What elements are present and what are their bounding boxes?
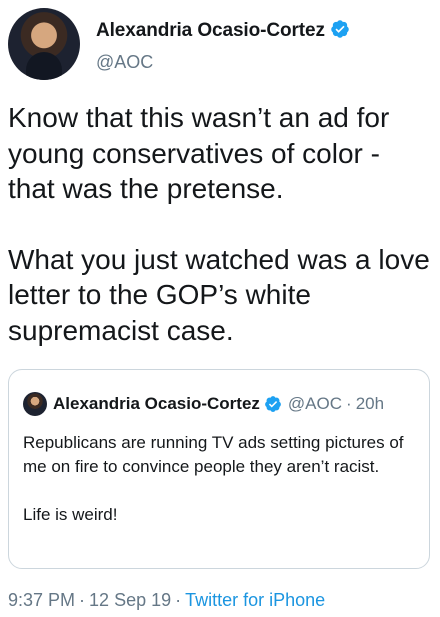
- quoted-tweet-paragraph: Republicans are running TV ads setting p…: [23, 433, 404, 476]
- tweet-date[interactable]: 12 Sep 19: [89, 590, 171, 610]
- quoted-author-avatar: [23, 392, 47, 416]
- author-handle[interactable]: @AOC: [96, 52, 153, 73]
- meta-separator: ·: [346, 394, 352, 413]
- author-name-row[interactable]: Alexandria Ocasio-Cortez: [96, 19, 350, 42]
- verified-badge-icon: [265, 396, 281, 412]
- quoted-tweet-header: Alexandria Ocasio-Cortez @AOC · 20h: [23, 392, 384, 416]
- tweet-paragraph: Know that this wasn’t an ad for young co…: [8, 102, 390, 204]
- quoted-tweet-age: 20h: [355, 394, 385, 413]
- author-avatar[interactable]: [8, 8, 80, 80]
- quoted-tweet-text: Republicans are running TV ads setting p…: [23, 431, 423, 527]
- footer-separator: ·: [175, 590, 182, 610]
- quoted-author-handle: @AOC: [287, 394, 343, 413]
- tweet-time[interactable]: 9:37 PM: [8, 590, 75, 610]
- verified-badge-icon: [331, 20, 349, 38]
- tweet-text: Know that this wasn’t an ad for young co…: [8, 100, 433, 348]
- author-display-name[interactable]: Alexandria Ocasio-Cortez: [96, 20, 325, 41]
- footer-separator: ·: [79, 590, 86, 610]
- tweet-paragraph: What you just watched was a love letter …: [8, 243, 430, 346]
- quoted-author-name: Alexandria Ocasio-Cortez: [53, 394, 260, 413]
- tweet-footer: 9:37 PM · 12 Sep 19 · Twitter for iPhone: [8, 590, 325, 611]
- tweet-source-link[interactable]: Twitter for iPhone: [185, 590, 325, 610]
- quoted-tweet-card[interactable]: Alexandria Ocasio-Cortez @AOC · 20h Repu…: [8, 369, 430, 569]
- quoted-tweet-paragraph: Life is weird!: [23, 505, 118, 524]
